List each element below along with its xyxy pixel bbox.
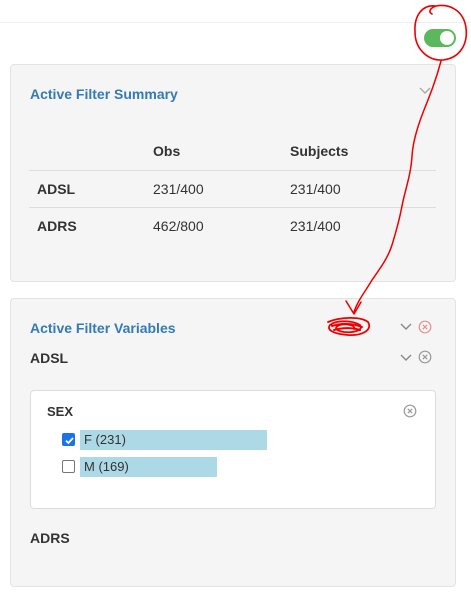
choice-m[interactable]: M (169) [62,457,302,477]
table-row: ADRS 462/800 231/400 [29,207,436,244]
checkbox-unchecked[interactable] [62,460,75,473]
top-divider [0,22,471,23]
summary-header-row: Obs Subjects [29,133,436,171]
checkbox-checked[interactable] [62,433,75,446]
checkmark-icon [65,437,74,445]
chevron-down-icon[interactable] [400,354,412,362]
dataset-label-adrs: ADRS [30,530,70,546]
active-filter-variables-panel: Active Filter Variables ADSL SEX F (231)… [10,298,456,587]
variables-title: Active Filter Variables [30,320,176,336]
choice-f[interactable]: F (231) [62,430,302,450]
choice-label: F (231) [84,432,126,447]
header-dataset [29,133,145,171]
chevron-down-icon[interactable] [419,87,431,95]
row-subjects: 231/400 [282,170,436,208]
summary-title: Active Filter Summary [30,86,178,102]
filter-variable-name: SEX [47,404,74,419]
row-subjects: 231/400 [290,217,341,234]
filter-panel-toggle[interactable] [424,29,456,47]
toggle-knob [440,31,454,45]
row-dataset-name: ADRS [37,217,77,234]
table-row: ADSL 231/400 231/400 [29,170,436,208]
filter-card-sex: SEX F (231) M (169) [30,390,436,509]
active-filter-summary-panel: Active Filter Summary Obs Subjects ADSL … [10,64,456,282]
dataset-label-adsl: ADSL [30,350,69,366]
remove-all-filters-icon[interactable] [418,320,432,334]
chevron-down-icon[interactable] [400,323,412,331]
row-obs: 231/400 [145,170,282,208]
remove-filter-icon[interactable] [403,404,417,418]
header-subjects: Subjects [282,133,436,171]
row-obs: 462/800 [153,217,204,234]
choice-label: M (169) [84,459,129,474]
summary-table: Obs Subjects ADSL 231/400 231/400 ADRS 4… [29,133,436,244]
remove-dataset-filters-icon[interactable] [418,350,432,364]
header-obs: Obs [145,133,282,171]
row-dataset-name: ADSL [29,170,145,208]
